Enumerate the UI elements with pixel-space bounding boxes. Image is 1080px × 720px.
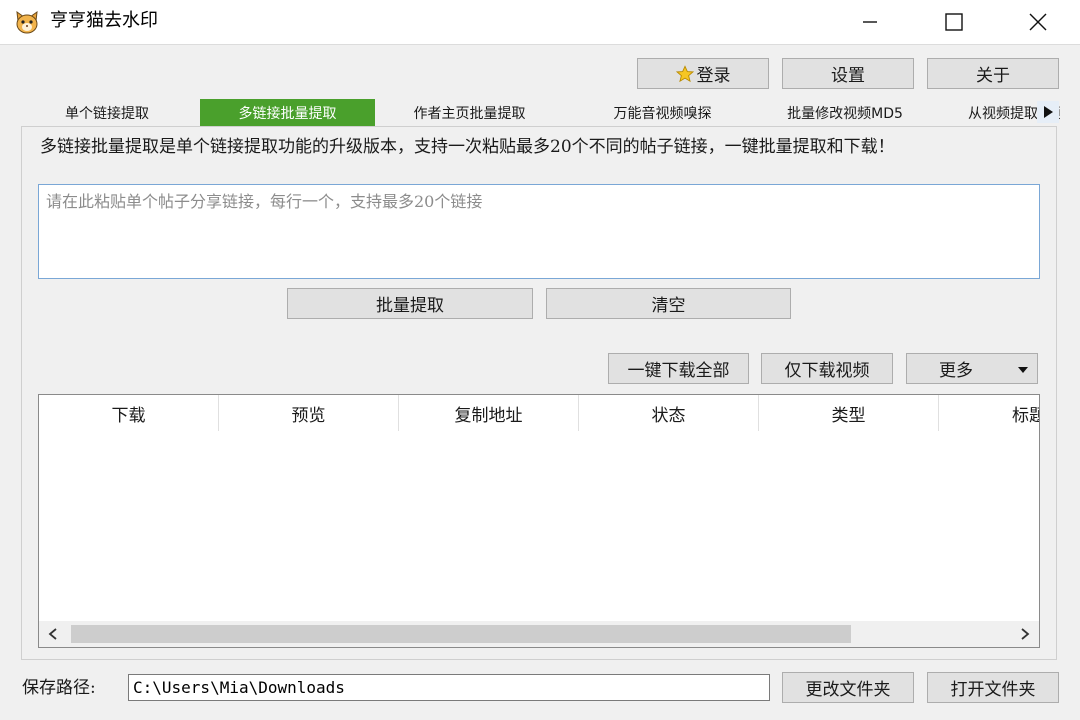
clear-button[interactable]: 清空: [546, 288, 791, 319]
chevron-left-icon: [48, 628, 57, 640]
maximize-button[interactable]: [912, 0, 996, 44]
window-title: 亨亨猫去水印: [50, 10, 158, 31]
table-header: 下载 预览 复制地址 状态 类型 标题: [39, 395, 1039, 431]
scrollbar-thumb[interactable]: [71, 625, 851, 643]
batch-extract-button[interactable]: 批量提取: [287, 288, 533, 319]
tab-scroll-right-button[interactable]: [1037, 101, 1059, 123]
open-folder-button[interactable]: 打开文件夹: [927, 672, 1059, 703]
chevron-right-icon: [1021, 628, 1030, 640]
star-icon: [675, 64, 694, 82]
cat-face-icon: [16, 10, 38, 34]
results-table[interactable]: 下载 预览 复制地址 状态 类型 标题: [38, 394, 1040, 648]
scroll-left-button[interactable]: [39, 621, 67, 647]
column-header-type[interactable]: 类型: [759, 395, 939, 431]
tab-multi-link[interactable]: 多链接批量提取: [200, 99, 375, 126]
login-button[interactable]: 登录: [637, 58, 769, 89]
close-button[interactable]: [996, 0, 1080, 44]
tab-single-link[interactable]: 单个链接提取: [20, 99, 194, 126]
change-folder-button[interactable]: 更改文件夹: [782, 672, 914, 703]
column-header-status[interactable]: 状态: [579, 395, 759, 431]
minimize-icon: [863, 21, 877, 23]
column-header-preview[interactable]: 预览: [219, 395, 399, 431]
more-label: 更多: [939, 361, 973, 381]
links-input[interactable]: [38, 184, 1040, 279]
title-bar: 亨亨猫去水印: [0, 0, 1080, 45]
dropdown-arrow-icon: [1018, 367, 1028, 373]
scroll-right-button[interactable]: [1011, 621, 1039, 647]
column-header-title[interactable]: 标题: [939, 395, 1039, 431]
tab-author-homepage[interactable]: 作者主页批量提取: [382, 99, 557, 126]
column-header-download[interactable]: 下载: [39, 395, 219, 431]
maximize-icon: [945, 13, 963, 31]
column-header-copy-url[interactable]: 复制地址: [399, 395, 579, 431]
horizontal-scrollbar[interactable]: [39, 621, 1039, 647]
save-path-label: 保存路径:: [22, 678, 96, 698]
triangle-right-icon: [1044, 106, 1053, 118]
save-path-input[interactable]: [128, 674, 770, 701]
download-video-only-button[interactable]: 仅下载视频: [761, 353, 893, 384]
minimize-button[interactable]: [828, 0, 912, 44]
more-dropdown-button[interactable]: 更多: [906, 353, 1038, 384]
tab-av-sniffer[interactable]: 万能音视频嗅探: [575, 99, 750, 126]
login-label: 登录: [696, 66, 731, 86]
tab-bar: 单个链接提取 多链接批量提取 作者主页批量提取 万能音视频嗅探 批量修改视频MD…: [20, 99, 1060, 126]
close-icon: [1029, 13, 1047, 31]
about-button[interactable]: 关于: [927, 58, 1059, 89]
settings-button[interactable]: 设置: [782, 58, 914, 89]
feature-description: 多链接批量提取是单个链接提取功能的升级版本，支持一次粘贴最多20个不同的帖子链接…: [40, 137, 895, 157]
tab-video-md5[interactable]: 批量修改视频MD5: [755, 99, 935, 126]
download-all-button[interactable]: 一键下载全部: [608, 353, 749, 384]
